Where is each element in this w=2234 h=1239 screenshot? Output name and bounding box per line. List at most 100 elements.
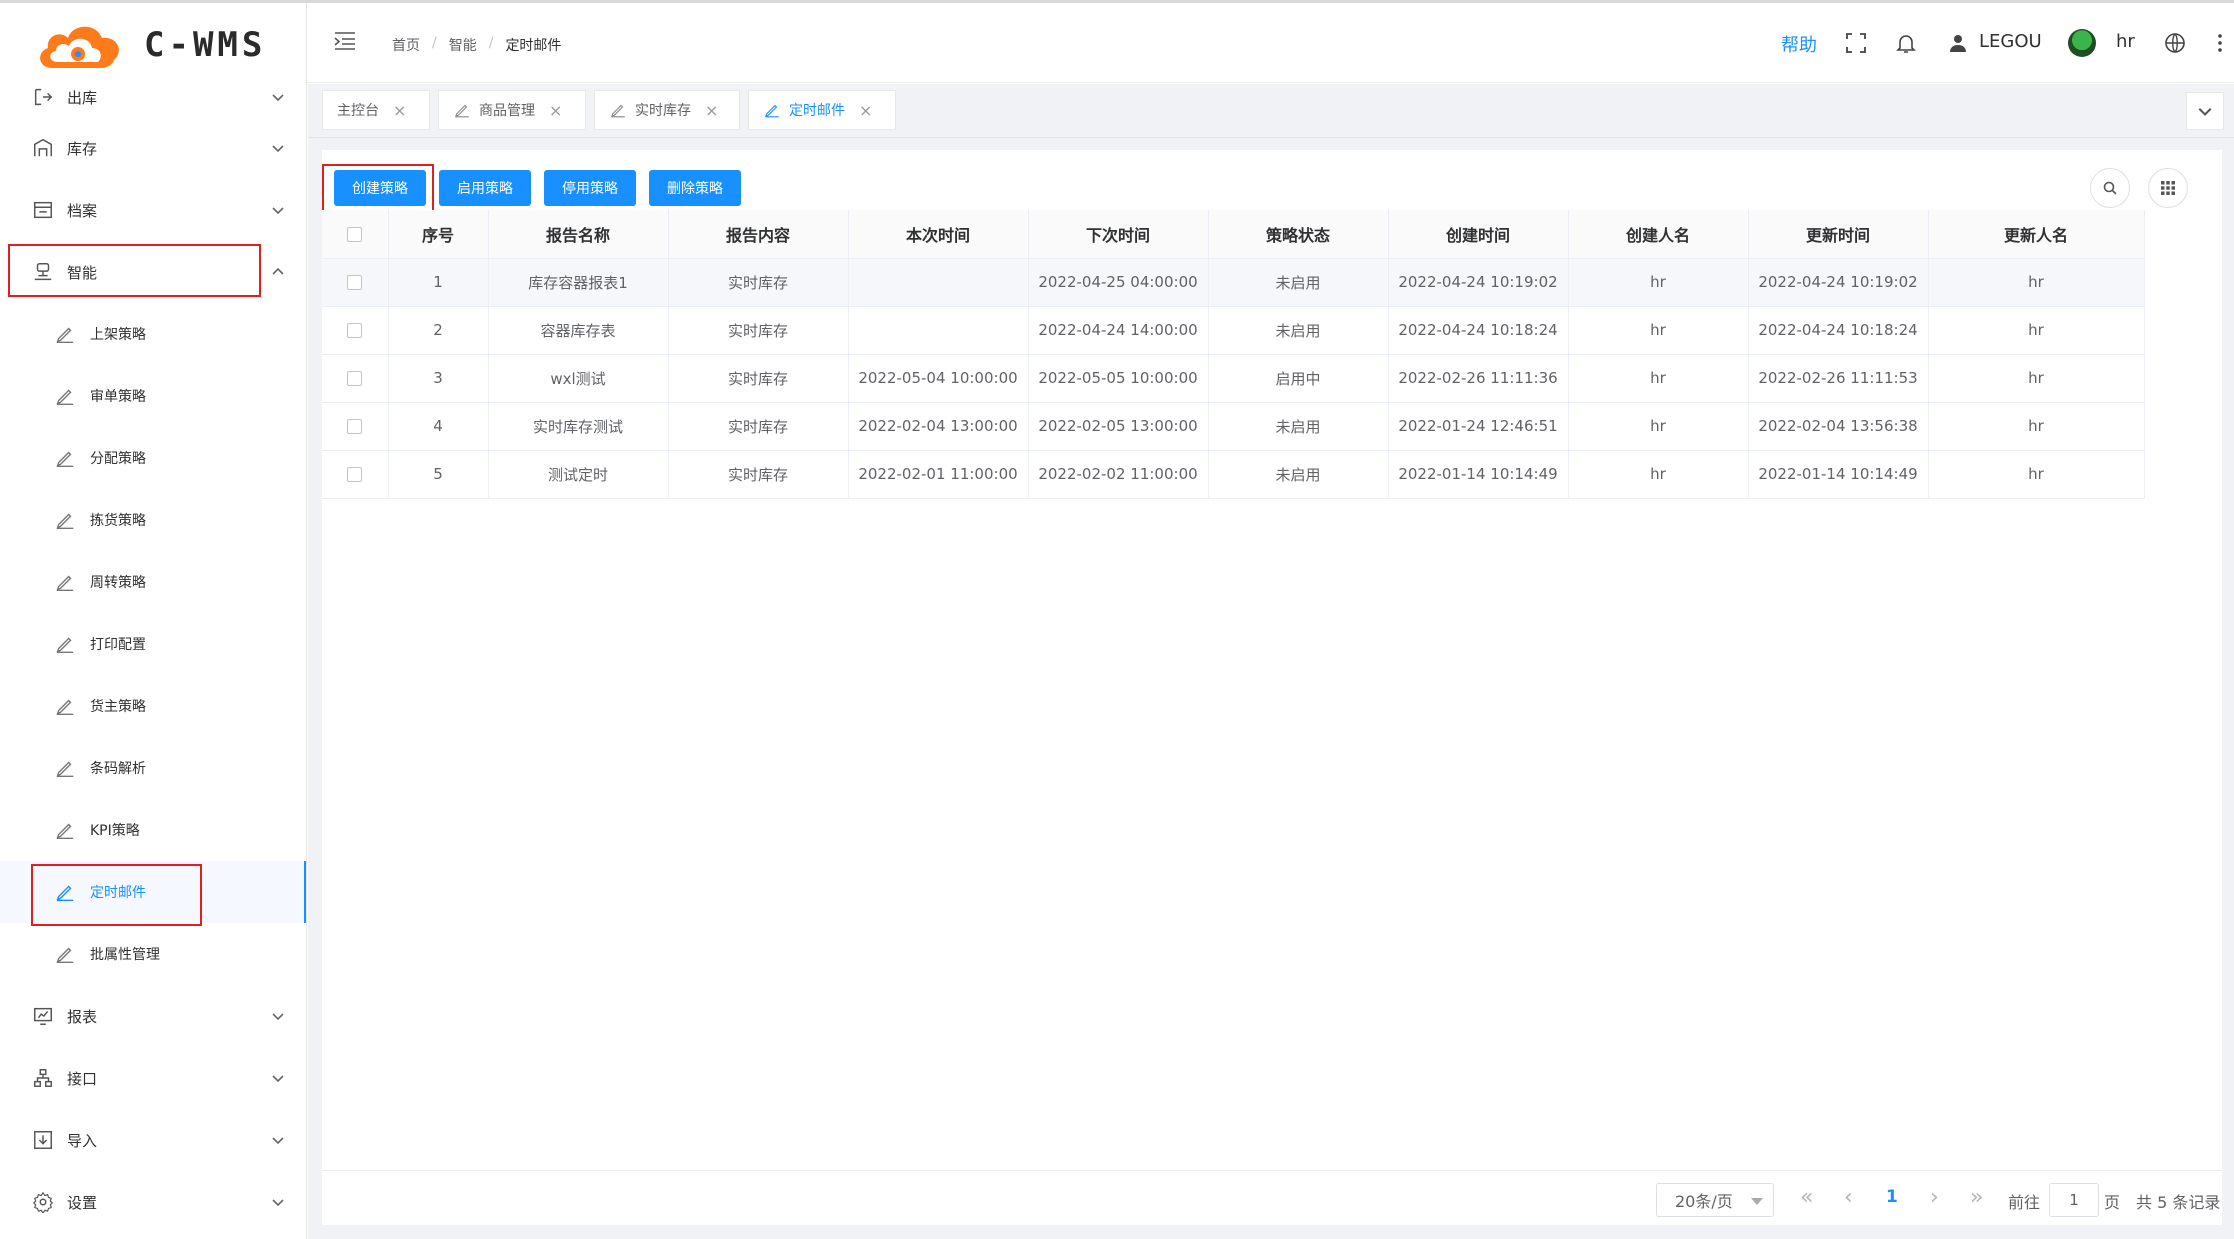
create-strategy-button[interactable]: 创建策略 [334, 170, 426, 206]
company-name[interactable]: LEGOU [1979, 31, 2042, 52]
sidebar-sub-item-kpi[interactable]: KPI策略 [0, 799, 306, 861]
table-cell: hr [1928, 450, 2145, 499]
table-cell: hr [1568, 450, 1749, 499]
sidebar-sub-item-picking[interactable]: 拣货策略 [0, 489, 306, 551]
row-checkbox[interactable] [347, 371, 363, 386]
globe-icon[interactable] [2163, 31, 2187, 55]
enable-strategy-button[interactable]: 启用策略 [439, 170, 531, 206]
strategy-table: 序号 报告名称 报告内容 本次时间 下次时间 策略状态 创建时间 创建人名 更新… [322, 210, 2145, 499]
fullscreen-icon[interactable] [1844, 31, 1868, 55]
goto-page-input[interactable]: 1 [2049, 1183, 2099, 1217]
table-cell: 未启用 [1208, 306, 1389, 355]
row-select-cell[interactable] [322, 450, 389, 499]
import-icon [34, 1131, 52, 1149]
row-select-cell[interactable] [322, 402, 389, 451]
app-root: C-WMS 出库 库存 档案 智能 上架策略 审单策略 分配策略 拣货策略 周转… [0, 0, 2234, 1239]
pen-icon [455, 104, 469, 118]
sidebar-item-inventory[interactable]: 库存 [0, 117, 306, 179]
sidebar-item-label: 批属性管理 [90, 947, 160, 963]
sidebar-item-import[interactable]: 导入 [0, 1109, 306, 1171]
row-checkbox[interactable] [347, 467, 363, 482]
page-size-select[interactable]: 20条/页 [1656, 1183, 1774, 1217]
search-icon [2103, 181, 2117, 195]
table-row[interactable]: 2 容器库存表 实时库存 2022-04-24 14:00:00 未启用 202… [322, 306, 2145, 355]
current-page-number[interactable]: 1 [1886, 1187, 1898, 1207]
tab-goods[interactable]: 商品管理 × [438, 90, 586, 130]
main-content: 创建策略 启用策略 停用策略 删除策略 序号 报告名称 报告内容 本次时间 下次… [308, 138, 2234, 1239]
select-all-checkbox[interactable] [347, 227, 363, 243]
sidebar-item-smart[interactable]: 智能 [0, 241, 306, 303]
pen-icon [56, 699, 74, 715]
prev-page-icon[interactable]: ‹ [1844, 1185, 1853, 1210]
pen-icon [56, 327, 74, 343]
row-select-cell[interactable] [322, 258, 389, 307]
bell-icon[interactable] [1894, 31, 1918, 55]
cloud-logo-icon [40, 26, 119, 69]
table-row[interactable]: 3 wxl测试 实时库存 2022-05-04 10:00:00 2022-05… [322, 354, 2145, 403]
sidebar-item-archive[interactable]: 档案 [0, 179, 306, 241]
sidebar-sub-item-putaway[interactable]: 上架策略 [0, 303, 306, 365]
sidebar-sub-item-allocation[interactable]: 分配策略 [0, 427, 306, 489]
sidebar-sub-item-barcode[interactable]: 条码解析 [0, 737, 306, 799]
sidebar-sub-item-owner[interactable]: 货主策略 [0, 675, 306, 737]
table-cell [848, 306, 1029, 355]
column-header: 报告内容 [668, 210, 849, 259]
table-cell: 库存容器报表1 [488, 258, 669, 307]
row-checkbox[interactable] [347, 419, 363, 434]
row-checkbox[interactable] [347, 275, 363, 290]
column-header: 本次时间 [848, 210, 1029, 259]
search-button[interactable] [2090, 168, 2130, 208]
tab-scheduled-mail[interactable]: 定时邮件 × [748, 90, 896, 130]
sidebar-sub-item-batch-attr[interactable]: 批属性管理 [0, 923, 306, 985]
table-cell: 未启用 [1208, 402, 1389, 451]
disable-strategy-button[interactable]: 停用策略 [544, 170, 636, 206]
delete-strategy-button[interactable]: 删除策略 [649, 170, 741, 206]
tab-dashboard[interactable]: 主控台 × [322, 90, 430, 130]
breadcrumb-separator: / [432, 35, 437, 51]
last-page-icon[interactable]: » [1970, 1185, 1983, 1210]
tab-realtime-inventory[interactable]: 实时库存 × [594, 90, 740, 130]
table-cell: 实时库存 [668, 258, 849, 307]
breadcrumb: 首页 / 智能 / 定时邮件 [392, 35, 561, 55]
select-all-cell[interactable] [322, 210, 389, 259]
table-row[interactable]: 4 实时库存测试 实时库存 2022-02-04 13:00:00 2022-0… [322, 402, 2145, 451]
sidebar-item-label: 设置 [67, 1193, 98, 1212]
column-settings-button[interactable] [2148, 168, 2188, 208]
chevron-up-icon [272, 267, 284, 275]
table-cell [848, 258, 1029, 307]
sidebar-item-settings[interactable]: 设置 [0, 1171, 306, 1233]
close-icon[interactable]: × [393, 101, 406, 120]
sidebar-item-outbound[interactable]: 出库 [0, 79, 306, 115]
close-icon[interactable]: × [549, 101, 562, 120]
help-link[interactable]: 帮助 [1781, 31, 1817, 57]
more-vertical-icon[interactable] [2208, 31, 2232, 55]
row-select-cell[interactable] [322, 306, 389, 355]
table-cell: 2022-04-24 10:19:02 [1748, 258, 1929, 307]
menu-toggle-icon[interactable] [334, 31, 356, 51]
first-page-icon[interactable]: « [1800, 1185, 1813, 1210]
table-cell: 4 [388, 402, 489, 451]
close-icon[interactable]: × [705, 101, 718, 120]
sidebar-sub-item-turnover[interactable]: 周转策略 [0, 551, 306, 613]
breadcrumb-home[interactable]: 首页 [392, 35, 420, 55]
avatar[interactable] [2068, 29, 2096, 57]
username[interactable]: hr [2116, 31, 2135, 52]
sidebar-item-label: 档案 [67, 201, 98, 220]
table-row[interactable]: 1 库存容器报表1 实时库存 2022-04-25 04:00:00 未启用 2… [322, 258, 2145, 307]
sidebar-item-interface[interactable]: 接口 [0, 1047, 306, 1109]
logo: C-WMS [0, 3, 306, 87]
sidebar-sub-item-print-config[interactable]: 打印配置 [0, 613, 306, 675]
close-icon[interactable]: × [859, 101, 872, 120]
next-page-icon[interactable]: › [1930, 1185, 1939, 1210]
table-cell: 2022-02-01 11:00:00 [848, 450, 1029, 499]
table-cell: 1 [388, 258, 489, 307]
row-select-cell[interactable] [322, 354, 389, 403]
row-checkbox[interactable] [347, 323, 363, 338]
sidebar-item-report[interactable]: 报表 [0, 985, 306, 1047]
tabs-dropdown-button[interactable] [2186, 92, 2224, 130]
sidebar-sub-item-audit[interactable]: 审单策略 [0, 365, 306, 427]
breadcrumb-smart[interactable]: 智能 [449, 35, 477, 55]
table-row[interactable]: 5 测试定时 实时库存 2022-02-01 11:00:00 2022-02-… [322, 450, 2145, 499]
sidebar-sub-item-scheduled-mail[interactable]: 定时邮件 [0, 861, 306, 923]
table-cell: 未启用 [1208, 258, 1389, 307]
